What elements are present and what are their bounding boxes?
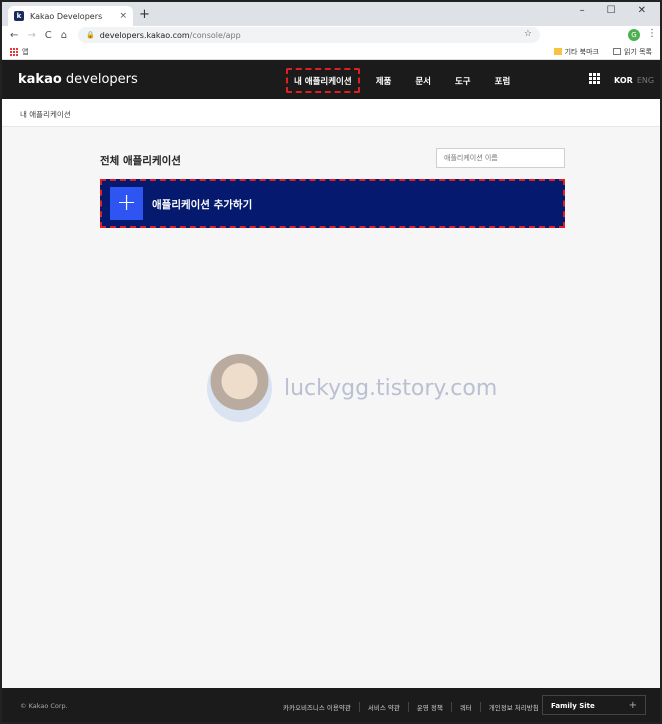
tab-title: Kakao Developers <box>30 11 103 21</box>
kakao-favicon-icon: k <box>14 11 24 21</box>
window-controls: – ☐ ✕ <box>580 5 646 16</box>
main-content: 전체 애플리케이션 + 애플리케이션 추가하기 luckygg.tistory.… <box>2 127 660 688</box>
logo-rest: developers <box>61 72 138 87</box>
watermark-avatar <box>207 354 272 422</box>
services-grid-icon[interactable] <box>589 73 600 84</box>
home-icon[interactable]: ⌂ <box>61 30 67 41</box>
other-bookmarks[interactable]: 기타 북마크 <box>553 47 599 57</box>
add-application-button[interactable]: + 애플리케이션 추가하기 <box>100 179 565 228</box>
bookmark-bar: 앱 기타 북마크 읽기 목록 <box>2 44 660 60</box>
watermark-text: luckygg.tistory.com <box>284 375 498 401</box>
lang-eng[interactable]: ENG <box>637 76 654 85</box>
footer-links: 카카오비즈니스 이용약관 서비스 약관 운영 정책 쿼터 개인정보 처리방침 <box>283 702 547 712</box>
nav-tools[interactable]: 도구 <box>455 75 471 87</box>
app-search-input[interactable] <box>436 148 565 168</box>
nav-docs[interactable]: 문서 <box>415 75 431 87</box>
forward-icon[interactable]: → <box>27 30 35 41</box>
browser-tab[interactable]: k Kakao Developers × <box>8 6 133 26</box>
reading-list-label: 읽기 목록 <box>624 48 652 56</box>
nav-my-applications[interactable]: 내 애플리케이션 <box>286 68 360 93</box>
footer-link-operation-policy[interactable]: 운영 정책 <box>407 702 451 712</box>
breadcrumb: 내 애플리케이션 <box>20 110 71 119</box>
maximize-icon[interactable]: ☐ <box>607 5 616 16</box>
family-site-select[interactable]: Family Site + <box>542 695 646 715</box>
reload-icon[interactable]: C <box>45 30 52 41</box>
bookmark-star-icon[interactable]: ☆ <box>524 29 532 39</box>
kakao-developers-logo[interactable]: kakao developers <box>18 72 138 87</box>
reading-list-icon <box>613 48 621 55</box>
footer-link-privacy[interactable]: 개인정보 처리방침 <box>479 702 547 712</box>
apps-bookmark[interactable]: 앱 <box>10 47 28 57</box>
language-switch: KOR ENG <box>614 76 654 85</box>
apps-grid-icon <box>10 48 18 56</box>
main-nav: 내 애플리케이션 제품 문서 도구 포럼 <box>286 68 511 93</box>
nav-products[interactable]: 제품 <box>376 75 392 87</box>
nav-forum[interactable]: 포럼 <box>495 75 511 87</box>
close-tab-icon[interactable]: × <box>119 11 127 21</box>
profile-avatar[interactable]: G <box>628 29 640 41</box>
footer-link-quota[interactable]: 쿼터 <box>450 702 480 712</box>
menu-kebab-icon[interactable]: ⋮ <box>647 28 657 40</box>
site-header: kakao developers 내 애플리케이션 제품 문서 도구 포럼 KO… <box>2 60 660 99</box>
back-icon[interactable]: ← <box>10 30 18 41</box>
plus-icon: + <box>628 700 637 711</box>
lang-kor[interactable]: KOR <box>614 76 633 85</box>
tab-bar: k Kakao Developers × + – ☐ ✕ <box>2 2 660 26</box>
nav-buttons: ← → C ⌂ <box>10 30 67 41</box>
bookmark-right: 기타 북마크 읽기 목록 <box>553 47 652 57</box>
page-title: 전체 애플리케이션 <box>100 155 181 167</box>
url-host: developers.kakao.com <box>99 30 190 40</box>
minimize-icon[interactable]: – <box>580 5 585 16</box>
footer-link-business-terms[interactable]: 카카오비즈니스 이용약관 <box>283 702 359 712</box>
reading-list[interactable]: 읽기 목록 <box>613 47 652 57</box>
copyright: © Kakao Corp. <box>20 702 68 710</box>
browser-window: k Kakao Developers × + – ☐ ✕ ← → C ⌂ 🔒 d… <box>0 0 662 724</box>
plus-icon: + <box>110 187 143 220</box>
url-field[interactable]: 🔒 developers.kakao.com/console/app ☆ <box>78 27 540 43</box>
url-path: /console/app <box>189 30 241 40</box>
logo-bold: kakao <box>18 72 62 87</box>
site-footer: © Kakao Corp. 카카오비즈니스 이용약관 서비스 약관 운영 정책 … <box>2 688 660 722</box>
lock-icon: 🔒 <box>86 31 95 39</box>
footer-link-service-terms[interactable]: 서비스 약관 <box>358 702 408 712</box>
address-bar-row: ← → C ⌂ 🔒 developers.kakao.com/console/a… <box>2 26 660 44</box>
new-tab-button[interactable]: + <box>139 8 150 22</box>
apps-bookmark-label: 앱 <box>22 48 29 56</box>
folder-icon <box>553 48 562 55</box>
watermark: luckygg.tistory.com <box>207 354 497 422</box>
breadcrumb-bar: 내 애플리케이션 <box>2 99 660 127</box>
add-application-label: 애플리케이션 추가하기 <box>152 199 253 211</box>
close-window-icon[interactable]: ✕ <box>638 5 646 16</box>
other-bookmarks-label: 기타 북마크 <box>564 48 599 56</box>
family-site-label: Family Site <box>551 702 595 710</box>
